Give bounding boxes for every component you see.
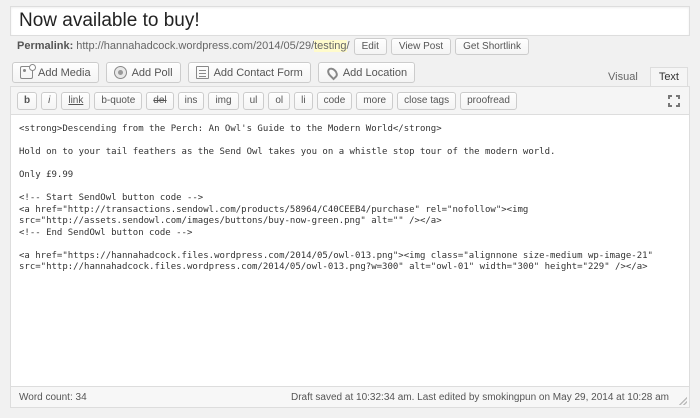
qt-link-button[interactable]: link (61, 91, 91, 110)
qt-close-tags-button[interactable]: close tags (397, 91, 457, 110)
permalink-slug[interactable]: testing (314, 40, 347, 52)
editor: b i link b-quote del ins img ul ol li co… (10, 86, 690, 408)
permalink-trail: / (346, 40, 350, 52)
editor-tabs: Visual Text (599, 67, 688, 87)
quicktags-toolbar: b i link b-quote del ins img ul ol li co… (11, 87, 689, 115)
add-contact-form-button[interactable]: Add Contact Form (187, 62, 311, 83)
tab-text[interactable]: Text (649, 67, 688, 87)
word-count: Word count: 34 (19, 391, 87, 403)
qt-del-button[interactable]: del (146, 91, 174, 110)
editor-status-bar: Word count: 34 Draft saved at 10:32:34 a… (11, 386, 689, 407)
content-textarea[interactable]: <strong>Descending from the Perch: An Ow… (11, 116, 689, 386)
fullscreen-icon[interactable] (668, 95, 680, 107)
permalink-edit-button[interactable]: Edit (353, 37, 387, 55)
view-post-button[interactable]: View Post (390, 37, 452, 55)
qt-blockquote-button[interactable]: b-quote (94, 91, 143, 110)
qt-li-button[interactable]: li (294, 91, 313, 110)
post-title-input[interactable]: Now available to buy! (10, 6, 690, 36)
media-icon (20, 64, 36, 79)
form-icon (195, 66, 209, 79)
poll-icon (113, 66, 127, 79)
qt-code-button[interactable]: code (316, 91, 353, 110)
add-location-button[interactable]: Add Location (317, 62, 416, 83)
draft-status: Draft saved at 10:32:34 am. Last edited … (290, 391, 669, 403)
qt-more-button[interactable]: more (356, 91, 394, 110)
media-buttons: Add Media Add Poll Add Contact Form Add … (12, 62, 416, 83)
qt-proofread-button[interactable]: proofread (460, 91, 517, 110)
permalink-base-url: http://hannahadcock.wordpress.com/2014/0… (76, 40, 315, 52)
qt-italic-button[interactable]: i (41, 91, 58, 110)
get-shortlink-button[interactable]: Get Shortlink (455, 37, 529, 55)
qt-img-button[interactable]: img (208, 91, 239, 110)
permalink-label: Permalink: (17, 40, 74, 52)
qt-ins-button[interactable]: ins (177, 91, 205, 110)
resize-handle[interactable] (679, 397, 687, 405)
qt-bold-button[interactable]: b (17, 91, 38, 110)
add-media-button[interactable]: Add Media (12, 62, 99, 83)
tab-visual[interactable]: Visual (599, 67, 647, 87)
add-poll-button[interactable]: Add Poll (105, 62, 181, 83)
permalink-bar: Permalink: http://hannahadcock.wordpress… (17, 37, 529, 55)
qt-ul-button[interactable]: ul (242, 91, 265, 110)
location-icon (324, 65, 340, 80)
qt-ol-button[interactable]: ol (268, 91, 291, 110)
